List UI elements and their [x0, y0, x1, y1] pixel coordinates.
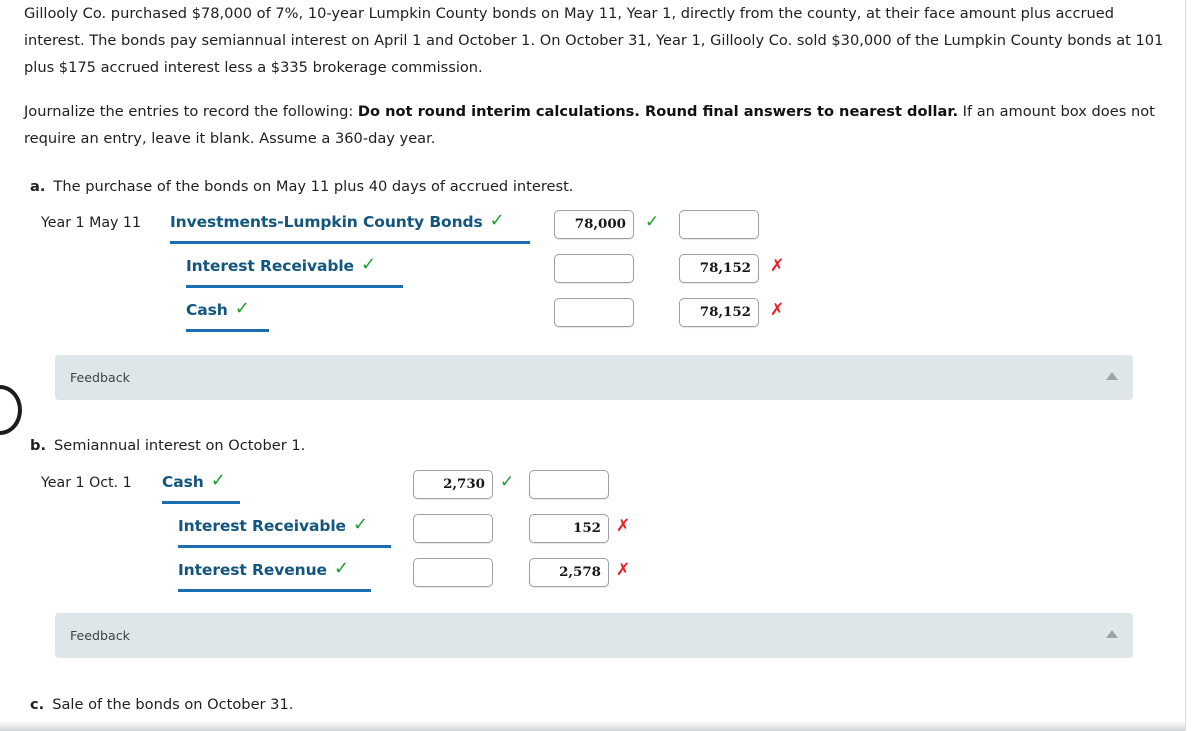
cross-icon: ✗	[616, 560, 631, 580]
account-select-a1[interactable]: Investments-Lumpkin County Bonds ✓	[170, 210, 530, 244]
account-select-b3[interactable]: Interest Revenue ✓	[178, 558, 371, 592]
credit-input-b1[interactable]	[529, 470, 609, 499]
credit-input-a1[interactable]	[679, 210, 759, 239]
check-icon: ✓	[489, 210, 505, 231]
instructions-lead-text: Journalize the entries to record the fol…	[24, 103, 358, 120]
account-select-a3[interactable]: Cash ✓	[186, 298, 269, 332]
requirement-b-heading: b. Semiannual interest on October 1.	[30, 436, 305, 456]
requirement-a-letter: a.	[30, 178, 46, 195]
requirement-a-text: The purchase of the bonds on May 11 plus…	[53, 178, 574, 195]
requirement-c-heading: c. Sale of the bonds on October 31.	[30, 695, 293, 715]
account-select-a2[interactable]: Interest Receivable ✓	[186, 254, 403, 288]
account-name-b2: Interest Receivable	[178, 517, 346, 535]
problem-intro-paragraph: Gillooly Co. purchased $78,000 of 7%, 10…	[24, 0, 1178, 81]
debit-input-a1[interactable]: 78,000	[554, 210, 634, 239]
cross-icon: ✗	[616, 516, 631, 536]
debit-input-b2[interactable]	[413, 514, 493, 543]
check-icon: ✓	[333, 558, 350, 579]
check-icon: ✓	[352, 514, 369, 535]
account-name-a1: Investments-Lumpkin County Bonds	[170, 213, 483, 231]
cross-icon: ✗	[770, 256, 785, 276]
check-icon: ✓	[500, 472, 515, 492]
account-name-b1: Cash	[162, 473, 204, 491]
problem-intro-text: Gillooly Co. purchased $78,000 of 7%, 10…	[24, 5, 1164, 76]
account-select-b2[interactable]: Interest Receivable ✓	[178, 514, 391, 548]
debit-input-a2[interactable]	[554, 254, 634, 283]
exercise-page: Gillooly Co. purchased $78,000 of 7%, 10…	[0, 0, 1186, 731]
requirement-a-heading: a. The purchase of the bonds on May 11 pl…	[30, 177, 573, 197]
credit-input-b3[interactable]: 2,578	[529, 558, 609, 587]
debit-input-b1[interactable]: 2,730	[413, 470, 493, 499]
account-name-a2: Interest Receivable	[186, 257, 354, 275]
requirement-b-letter: b.	[30, 437, 46, 454]
instructions-paragraph: Journalize the entries to record the fol…	[24, 98, 1174, 152]
credit-input-a3[interactable]: 78,152	[679, 298, 759, 327]
circle-annotation	[0, 385, 22, 435]
credit-input-b2[interactable]: 152	[529, 514, 609, 543]
entry-date-b1: Year 1 Oct. 1	[41, 475, 132, 491]
feedback-panel-b[interactable]: Feedback	[55, 613, 1133, 658]
requirement-c-text: Sale of the bonds on October 31.	[52, 696, 294, 713]
right-edge-divider	[1185, 0, 1186, 731]
triangle-up-icon[interactable]	[1105, 369, 1119, 383]
triangle-up-icon[interactable]	[1105, 627, 1119, 641]
debit-input-a3[interactable]	[554, 298, 634, 327]
account-select-b1[interactable]: Cash ✓	[162, 470, 240, 504]
feedback-panel-a[interactable]: Feedback	[55, 355, 1133, 400]
requirement-c-letter: c.	[30, 696, 45, 713]
check-icon: ✓	[645, 212, 660, 232]
cross-icon: ✗	[770, 300, 785, 320]
bottom-scroll-strip[interactable]	[0, 720, 1186, 731]
entry-date-a1: Year 1 May 11	[41, 215, 141, 231]
check-icon: ✓	[234, 298, 250, 319]
account-name-a3: Cash	[186, 301, 228, 319]
account-name-b3: Interest Revenue	[178, 561, 327, 579]
debit-input-b3[interactable]	[413, 558, 493, 587]
check-icon: ✓	[210, 470, 226, 491]
feedback-label-a: Feedback	[70, 370, 130, 385]
requirement-b-text: Semiannual interest on October 1.	[54, 437, 306, 454]
check-icon: ✓	[360, 254, 377, 275]
credit-input-a2[interactable]: 78,152	[679, 254, 759, 283]
instructions-emphasis-text: Do not round interim calculations. Round…	[357, 103, 959, 120]
feedback-label-b: Feedback	[70, 628, 130, 643]
